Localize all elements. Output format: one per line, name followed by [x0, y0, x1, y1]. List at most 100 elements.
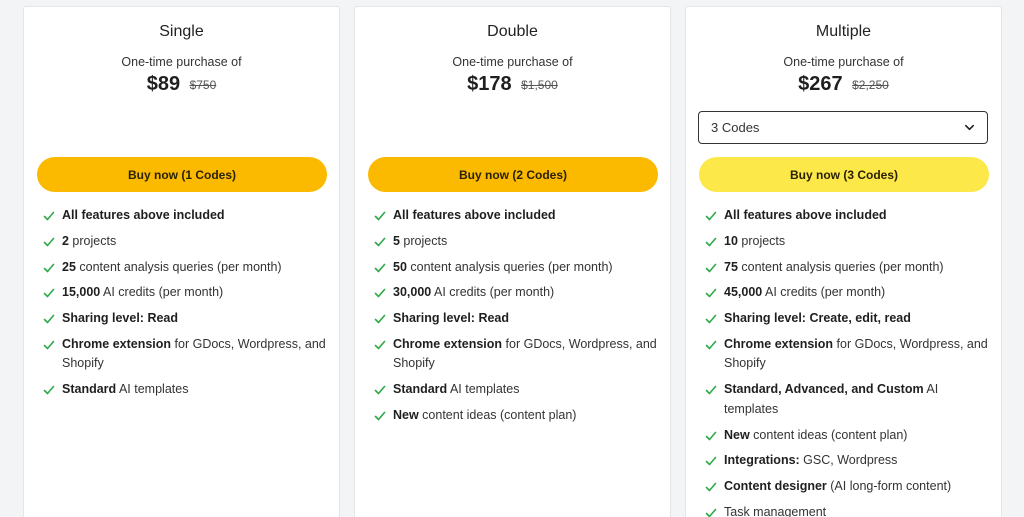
buy-now-button[interactable]: Buy now (2 Codes) [368, 157, 658, 192]
feature-item: All features above included [43, 206, 328, 226]
feature-highlight: Integrations: [724, 453, 800, 468]
buy-now-button[interactable]: Buy now (3 Codes) [699, 157, 989, 192]
feature-highlight: New [724, 427, 750, 442]
feature-item: 75 content analysis queries (per month) [705, 258, 990, 278]
feature-text: Chrome extension for GDocs, Wordpress, a… [724, 335, 990, 374]
price-block: $178 $1,500 [355, 73, 670, 96]
feature-detail: content analysis queries (per month) [737, 259, 944, 274]
feature-detail: (AI long-form content) [826, 479, 952, 494]
feature-highlight: 25 [62, 259, 76, 274]
feature-text: 2 projects [62, 232, 328, 252]
feature-detail: GSC, Wordpress [799, 453, 898, 468]
feature-detail: AI templates [116, 382, 189, 397]
feature-text: Standard AI templates [62, 380, 328, 400]
check-icon [705, 314, 717, 324]
feature-list: All features above included 5 projects 50 … [374, 206, 659, 432]
check-icon [43, 237, 55, 247]
feature-list: All features above included 2 projects 25 … [43, 206, 328, 406]
feature-text: All features above included [393, 206, 659, 226]
check-icon [374, 237, 386, 247]
feature-detail: projects [737, 233, 786, 248]
feature-text: All features above included [62, 206, 328, 226]
feature-text: 45,000 AI credits (per month) [724, 283, 990, 303]
chevron-down-icon [965, 124, 974, 131]
feature-item: All features above included [705, 206, 990, 226]
feature-item: Standard AI templates [43, 380, 328, 400]
feature-text: New content ideas (content plan) [724, 426, 990, 446]
feature-detail: AI credits (per month) [100, 285, 224, 300]
check-icon [705, 385, 717, 395]
feature-item: 5 projects [374, 232, 659, 252]
feature-highlight: 5 [393, 233, 400, 248]
check-icon [374, 340, 386, 350]
feature-highlight: Sharing level: Read [62, 311, 179, 326]
price-block: $267 $2,250 [686, 73, 1001, 96]
feature-item: Sharing level: Read [43, 309, 328, 329]
plan-title: Double [487, 23, 538, 40]
feature-text: 5 projects [393, 232, 659, 252]
feature-item: Task management [705, 503, 990, 517]
feature-item: 2 projects [43, 232, 328, 252]
code-quantity-select[interactable]: 3 Codes [698, 111, 988, 144]
check-icon [43, 263, 55, 272]
feature-highlight: 45,000 [724, 285, 763, 300]
feature-text: Chrome extension for GDocs, Wordpress, a… [62, 335, 328, 374]
purchase-label: One-time purchase of [783, 55, 904, 69]
current-price: $89 [146, 73, 181, 95]
feature-item: Chrome extension for GDocs, Wordpress, a… [705, 335, 990, 374]
feature-text: Task management [724, 503, 990, 517]
feature-list: All features above included 10 projects 75… [705, 206, 990, 517]
check-icon [705, 263, 717, 272]
feature-item: 25 content analysis queries (per month) [43, 258, 328, 278]
feature-text: 25 content analysis queries (per month) [62, 258, 328, 278]
feature-highlight: 2 [62, 233, 69, 248]
feature-text: Standard, Advanced, and Custom AI templa… [724, 380, 990, 419]
feature-text: 30,000 AI credits (per month) [393, 283, 659, 303]
plan-card-single: Single One-time purchase of $89 $750 Buy… [23, 6, 340, 517]
price-block: $89 $750 [24, 73, 339, 96]
feature-item: All features above included [374, 206, 659, 226]
feature-highlight: Sharing level: Read [393, 311, 510, 326]
feature-text: 10 projects [724, 232, 990, 252]
feature-highlight: 50 [393, 259, 407, 274]
feature-highlight: Standard [62, 382, 117, 397]
feature-highlight: 15,000 [62, 285, 101, 300]
check-icon [705, 482, 717, 492]
feature-item: Chrome extension for GDocs, Wordpress, a… [43, 335, 328, 374]
feature-highlight: Content designer [724, 479, 827, 494]
purchase-label: One-time purchase of [452, 55, 573, 69]
original-price: $750 [189, 77, 217, 92]
check-icon [705, 508, 717, 517]
feature-item: New content ideas (content plan) [705, 426, 990, 446]
feature-detail: AI credits (per month) [431, 285, 555, 300]
plan-card-multiple: Multiple One-time purchase of $267 $2,25… [685, 6, 1002, 517]
code-quantity-value: 3 Codes [711, 120, 760, 135]
feature-item: Sharing level: Create, edit, read [705, 309, 990, 329]
check-icon [705, 457, 717, 466]
feature-item: 30,000 AI credits (per month) [374, 283, 659, 303]
feature-highlight: Sharing level: Create, edit, read [724, 311, 911, 326]
feature-item: New content ideas (content plan) [374, 406, 659, 426]
feature-text: Standard AI templates [393, 380, 659, 400]
check-icon [374, 385, 386, 395]
check-icon [374, 211, 386, 221]
check-icon [374, 314, 386, 324]
check-icon [705, 431, 717, 440]
feature-text: Chrome extension for GDocs, Wordpress, a… [393, 335, 659, 374]
feature-highlight: 75 [724, 259, 738, 274]
feature-detail: Task management [724, 504, 827, 517]
check-icon [43, 385, 55, 395]
feature-highlight: 30,000 [393, 285, 432, 300]
feature-highlight: New [393, 408, 419, 423]
feature-text: New content ideas (content plan) [393, 406, 659, 426]
buy-now-button[interactable]: Buy now (1 Codes) [37, 157, 327, 192]
check-icon [705, 237, 717, 247]
feature-text: 15,000 AI credits (per month) [62, 283, 328, 303]
feature-highlight: 10 [724, 233, 738, 248]
feature-item: Standard AI templates [374, 380, 659, 400]
check-icon [43, 340, 55, 350]
feature-detail: projects [399, 233, 448, 248]
check-icon [705, 340, 717, 350]
feature-item: 15,000 AI credits (per month) [43, 283, 328, 303]
original-price: $2,250 [852, 77, 889, 92]
